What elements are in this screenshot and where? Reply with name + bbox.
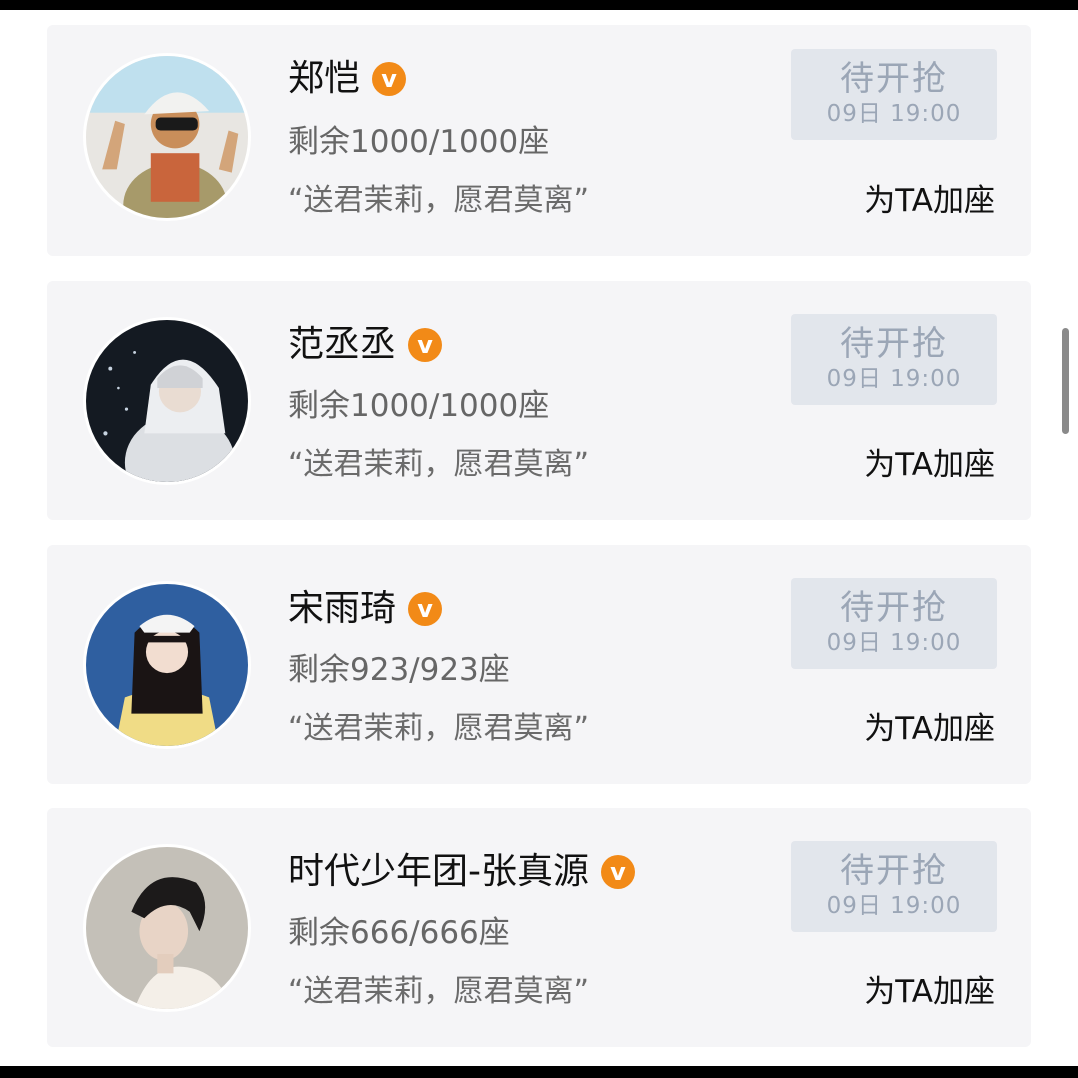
add-seat-link[interactable]: 为TA加座 <box>864 966 995 1011</box>
quote-text: “送君茉莉，愿君莫离” <box>288 711 590 746</box>
seats-remaining: 剩余666/666座 <box>288 915 510 951</box>
bottom-edge <box>0 1066 1078 1078</box>
top-edge <box>0 0 1078 10</box>
v-badge-icon: v <box>408 328 443 362</box>
celebrity-name[interactable]: 郑恺 <box>288 53 360 105</box>
celebrity-name[interactable]: 时代少年团-张真源 <box>288 846 589 898</box>
grab-button[interactable]: 待开抢 09日 19:00 <box>791 578 997 669</box>
celebrity-card: 郑恺 v 剩余1000/1000座 “送君茉莉，愿君莫离” 待开抢 09日 19… <box>47 25 1031 256</box>
name-row: 时代少年团-张真源 v <box>288 846 635 898</box>
avatar[interactable] <box>83 844 251 1012</box>
avatar[interactable] <box>83 581 251 749</box>
seats-remaining: 剩余923/923座 <box>288 652 510 688</box>
v-badge-icon: v <box>601 855 635 889</box>
grab-button[interactable]: 待开抢 09日 19:00 <box>791 314 997 405</box>
quote-text: “送君茉莉，愿君莫离” <box>288 974 590 1009</box>
quote-text: “送君茉莉，愿君莫离” <box>288 447 590 482</box>
avatar[interactable] <box>83 317 251 485</box>
name-row: 范丞丞 v <box>288 319 443 371</box>
name-row: 郑恺 v <box>288 53 407 105</box>
celebrity-card: 宋雨琦 v 剩余923/923座 “送君茉莉，愿君莫离” 待开抢 09日 19:… <box>47 545 1031 784</box>
grab-button[interactable]: 待开抢 09日 19:00 <box>791 49 997 140</box>
celebrity-name[interactable]: 宋雨琦 <box>288 583 396 635</box>
celebrity-name[interactable]: 范丞丞 <box>288 319 396 371</box>
add-seat-link[interactable]: 为TA加座 <box>864 703 995 748</box>
grab-button-label: 待开抢 <box>840 851 948 891</box>
v-badge-icon: v <box>372 62 407 96</box>
grab-button-time: 09日 19:00 <box>826 366 962 392</box>
grab-button-label: 待开抢 <box>840 588 948 628</box>
grab-button-label: 待开抢 <box>840 59 948 99</box>
grab-button-label: 待开抢 <box>840 324 948 364</box>
grab-button-time: 09日 19:00 <box>826 101 962 127</box>
add-seat-link[interactable]: 为TA加座 <box>864 439 995 484</box>
avatar[interactable] <box>83 53 251 221</box>
celebrity-card: 时代少年团-张真源 v 剩余666/666座 “送君茉莉，愿君莫离” 待开抢 0… <box>47 808 1031 1047</box>
seats-remaining: 剩余1000/1000座 <box>288 388 550 424</box>
quote-text: “送君茉莉，愿君莫离” <box>288 183 590 218</box>
grab-button-time: 09日 19:00 <box>826 630 962 656</box>
celebrity-card: 范丞丞 v 剩余1000/1000座 “送君茉莉，愿君莫离” 待开抢 09日 1… <box>47 281 1031 520</box>
grab-button-time: 09日 19:00 <box>826 893 962 919</box>
v-badge-icon: v <box>408 592 443 626</box>
seats-remaining: 剩余1000/1000座 <box>288 124 550 160</box>
grab-button[interactable]: 待开抢 09日 19:00 <box>791 841 997 932</box>
add-seat-link[interactable]: 为TA加座 <box>864 175 995 220</box>
scrollbar[interactable] <box>1062 328 1069 434</box>
name-row: 宋雨琦 v <box>288 583 443 635</box>
